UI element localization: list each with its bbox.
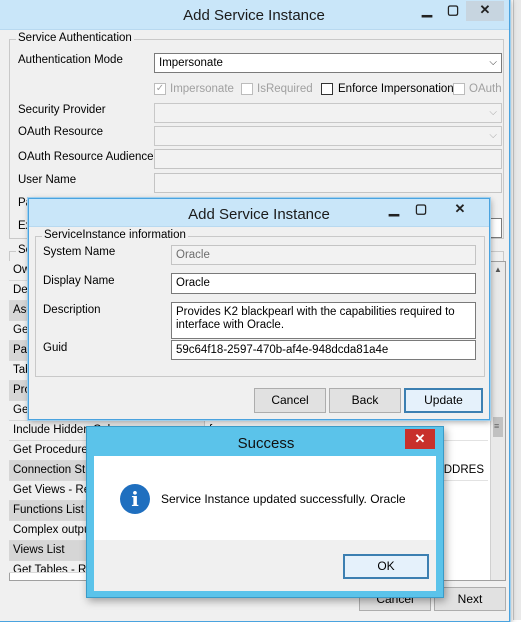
next-button[interactable]: Next (434, 587, 506, 611)
update-button[interactable]: Update (404, 388, 483, 413)
user-name-input[interactable] (154, 173, 502, 193)
scroll-up-icon[interactable]: ▲ (494, 265, 502, 274)
success-dialog: Success ✕ i Service Instance updated suc… (86, 426, 444, 598)
serviceinstance-information-label: ServiceInstance information (42, 229, 188, 241)
back-button[interactable]: Back (329, 388, 401, 413)
oauth-audience-input[interactable] (154, 149, 502, 169)
success-title: Success (237, 435, 295, 452)
oauth-resource-label: OAuth Resource (18, 126, 104, 138)
auth-mode-label: Authentication Mode (18, 54, 123, 66)
maximize-icon[interactable]: ▢ (440, 1, 466, 21)
close-icon[interactable]: ✕ (466, 1, 504, 21)
main-dialog-titlebar: Add Service Instance ▁ ▢ ✕ (0, 0, 509, 30)
security-provider-label: Security Provider (18, 104, 106, 116)
oauth-resource-select[interactable]: ⌵ (154, 126, 502, 146)
ok-button[interactable]: OK (343, 554, 429, 579)
background-window-edge (513, 0, 521, 620)
impersonate-checkbox[interactable]: ✓ (154, 83, 166, 95)
user-name-label: User Name (18, 174, 77, 186)
enforce-impersonation-checkbox[interactable] (321, 83, 333, 95)
sub-dialog-titlebar: Add Service Instance ▁ ▢ ✕ (29, 199, 489, 227)
system-name-input[interactable]: Oracle (171, 245, 476, 265)
display-name-label: Display Name (43, 275, 115, 287)
close-icon[interactable]: ✕ (434, 200, 486, 220)
info-icon: i (120, 484, 150, 514)
description-label: Description (43, 304, 101, 316)
chevron-down-icon: ⌵ (489, 130, 497, 141)
service-instance-dialog: Add Service Instance ▁ ▢ ✕ ServiceInstan… (28, 198, 490, 420)
description-input[interactable]: Provides K2 blackpearl with the capabili… (171, 302, 476, 339)
success-message: Service Instance updated successfully. O… (161, 492, 406, 506)
enforce-impersonation-label: Enforce Impersonation (338, 83, 454, 95)
sub-cancel-button[interactable]: Cancel (254, 388, 326, 413)
impersonate-label: Impersonate (170, 83, 234, 95)
maximize-icon[interactable]: ▢ (408, 200, 434, 220)
auth-mode-select[interactable]: Impersonate ⌵ (154, 53, 502, 73)
oauth-checkbox[interactable] (453, 83, 465, 95)
scroll-thumb[interactable]: ≡ (493, 417, 503, 437)
isrequired-checkbox[interactable] (241, 83, 253, 95)
oauth-audience-label: OAuth Resource Audience (18, 151, 154, 163)
isrequired-label: IsRequired (257, 83, 313, 95)
chevron-down-icon: ⌵ (489, 57, 497, 68)
oauth-label: OAuth (469, 83, 502, 95)
system-name-label: System Name (43, 246, 116, 258)
chevron-down-icon: ⌵ (489, 107, 497, 118)
minimize-icon[interactable]: ▁ (414, 1, 440, 21)
guid-label: Guid (43, 342, 68, 354)
success-body: i Service Instance updated successfully.… (94, 456, 436, 540)
service-authentication-label: Service Authentication (16, 32, 134, 44)
auth-mode-value: Impersonate (159, 57, 223, 69)
security-provider-select[interactable]: ⌵ (154, 103, 502, 123)
guid-input[interactable]: 59c64f18-2597-470b-af4e-948dcda81a4e (171, 340, 476, 360)
minimize-icon[interactable]: ▁ (381, 200, 407, 220)
property-grid-scrollbar[interactable]: ▲ ≡ (490, 262, 505, 580)
success-footer: OK (94, 540, 436, 591)
display-name-input[interactable]: Oracle (171, 273, 476, 294)
close-icon[interactable]: ✕ (405, 429, 435, 449)
